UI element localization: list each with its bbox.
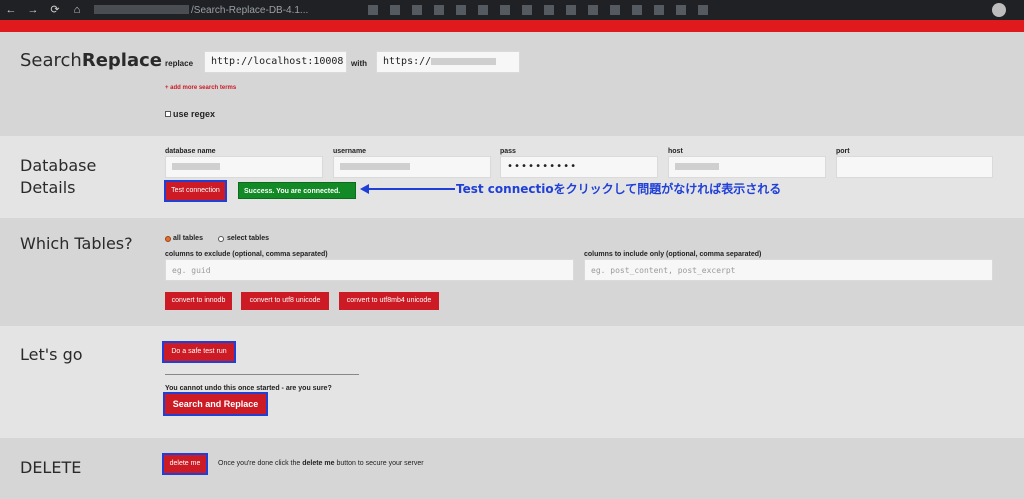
redacted-text bbox=[172, 162, 220, 170]
bookmark-favicon[interactable] bbox=[676, 5, 687, 15]
database-name-label: database name bbox=[165, 148, 216, 155]
convert-utf8-button[interactable]: convert to utf8 unicode bbox=[241, 292, 329, 310]
database-title-line1: Database bbox=[20, 156, 97, 175]
replace-input[interactable]: http://localhost:10008 bbox=[204, 51, 347, 73]
bookmark-favicon[interactable] bbox=[390, 5, 401, 15]
pass-input[interactable]: •••••••••• bbox=[500, 156, 658, 178]
use-regex-label: use regex bbox=[173, 109, 216, 119]
exclude-columns-label: columns to exclude (optional, comma sepa… bbox=[165, 251, 328, 258]
all-tables-radio[interactable] bbox=[165, 236, 171, 242]
add-more-search-terms-link[interactable]: + add more search terms bbox=[165, 85, 236, 91]
reload-icon[interactable]: ⟳ bbox=[44, 0, 66, 20]
include-columns-input[interactable]: eg. post_content, post_excerpt bbox=[584, 259, 993, 281]
bookmark-favicon[interactable] bbox=[412, 5, 423, 15]
bookmark-favicon[interactable] bbox=[566, 5, 577, 15]
port-input[interactable] bbox=[836, 156, 993, 178]
username-input[interactable] bbox=[333, 156, 491, 178]
bookmark-favicon[interactable] bbox=[544, 5, 555, 15]
letsgo-section: Let's go bbox=[0, 326, 1024, 438]
delete-me-button[interactable]: delete me bbox=[162, 453, 208, 475]
select-tables-radio[interactable] bbox=[218, 236, 224, 242]
profile-avatar[interactable] bbox=[992, 3, 1006, 17]
host-input[interactable] bbox=[668, 156, 826, 178]
app-logo: SearchReplace bbox=[20, 50, 162, 71]
bookmark-favicon[interactable] bbox=[588, 5, 599, 15]
letsgo-title: Let's go bbox=[20, 345, 83, 364]
exclude-columns-input[interactable]: eg. guid bbox=[165, 259, 574, 281]
redacted-text bbox=[431, 57, 497, 65]
redacted-text bbox=[675, 162, 719, 170]
search-replace-section: SearchReplace bbox=[0, 32, 1024, 136]
database-title-line2: Details bbox=[20, 178, 76, 197]
address-url-tail: /Search-Replace-DB-4.1... bbox=[191, 4, 309, 16]
annotation-arrow-icon bbox=[360, 184, 455, 194]
delete-note: Once you're done click the delete me but… bbox=[218, 460, 424, 467]
divider bbox=[165, 374, 359, 375]
bookmark-favicon[interactable] bbox=[478, 5, 489, 15]
test-connection-button[interactable]: Test connection bbox=[164, 180, 227, 202]
connection-success-badge: Success. You are connected. bbox=[238, 182, 356, 199]
safe-test-run-button[interactable]: Do a safe test run bbox=[162, 341, 236, 363]
host-label: host bbox=[668, 148, 683, 155]
all-tables-label: all tables bbox=[173, 235, 203, 242]
database-name-input[interactable] bbox=[165, 156, 323, 178]
convert-utf8mb4-button[interactable]: convert to utf8mb4 unicode bbox=[339, 292, 439, 310]
replace-label: replace bbox=[165, 59, 194, 68]
annotation-text: Test connectioをクリックして問題がなければ表示される bbox=[456, 182, 782, 196]
bookmark-favicon[interactable] bbox=[610, 5, 621, 15]
include-columns-label: columns to include only (optional, comma… bbox=[584, 251, 762, 258]
redacted-text bbox=[340, 162, 410, 170]
search-and-replace-button[interactable]: Search and Replace bbox=[163, 392, 268, 416]
delete-title: DELETE bbox=[20, 458, 82, 477]
address-bar[interactable]: /Search-Replace-DB-4.1... bbox=[94, 5, 308, 16]
undo-warning: You cannot undo this once started - are … bbox=[165, 385, 332, 392]
browser-toolbar: ← → ⟳ ⌂ /Search-Replace-DB-4.1... bbox=[0, 0, 1024, 20]
bookmark-bar bbox=[368, 5, 720, 15]
port-label: port bbox=[836, 148, 850, 155]
forward-icon[interactable]: → bbox=[22, 0, 44, 20]
select-tables-label: select tables bbox=[227, 235, 270, 242]
bookmark-favicon[interactable] bbox=[434, 5, 445, 15]
bookmark-favicon[interactable] bbox=[368, 5, 379, 15]
bookmark-favicon[interactable] bbox=[654, 5, 665, 15]
username-label: username bbox=[333, 148, 367, 155]
pass-label: pass bbox=[500, 148, 516, 155]
with-input[interactable]: https:// bbox=[376, 51, 520, 73]
home-icon[interactable]: ⌂ bbox=[66, 0, 88, 20]
bookmark-favicon[interactable] bbox=[522, 5, 533, 15]
use-regex-checkbox[interactable] bbox=[165, 111, 171, 117]
back-icon[interactable]: ← bbox=[0, 0, 22, 20]
bookmark-favicon[interactable] bbox=[698, 5, 709, 15]
bookmark-favicon[interactable] bbox=[500, 5, 511, 15]
address-blurred bbox=[94, 5, 189, 15]
header-red-bar bbox=[0, 20, 1024, 32]
convert-innodb-button[interactable]: convert to innodb bbox=[165, 292, 232, 310]
bookmark-favicon[interactable] bbox=[456, 5, 467, 15]
bookmark-favicon[interactable] bbox=[632, 5, 643, 15]
with-label: with bbox=[351, 59, 367, 68]
delete-section: DELETE bbox=[0, 438, 1024, 499]
tables-title: Which Tables? bbox=[20, 234, 133, 253]
